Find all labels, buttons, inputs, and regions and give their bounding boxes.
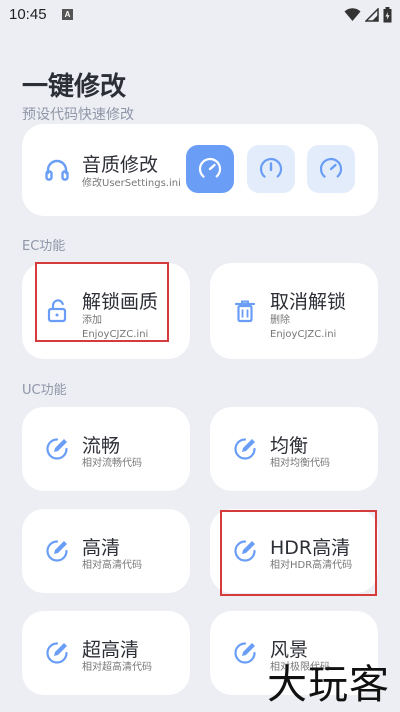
- status-time: 10:45: [9, 6, 47, 23]
- audio-card-subtitle: 修改UserSettings.ini: [82, 178, 181, 189]
- edit-icon: [234, 642, 256, 664]
- cancel-unlock-card[interactable]: 取消解锁 删除 EnjoyCJZC.ini: [210, 263, 378, 359]
- status-icons: [344, 7, 392, 23]
- headphones-icon: [45, 159, 69, 181]
- status-bar: 10:45 A: [0, 0, 400, 30]
- uc-card-smooth[interactable]: 流畅 相对流畅代码: [22, 407, 190, 491]
- wifi-icon: [344, 8, 361, 21]
- uc-card-uhd-title: 超高清: [82, 639, 140, 661]
- trash-icon: [234, 300, 256, 323]
- uc-card-smooth-sub: 相对流畅代码: [82, 458, 142, 469]
- audio-mid-button[interactable]: [247, 145, 295, 193]
- gauge-high-icon: [198, 157, 222, 181]
- audio-quality-card: 音质修改 修改UserSettings.ini: [22, 124, 378, 216]
- uc-card-balanced[interactable]: 均衡 相对均衡代码: [210, 407, 378, 491]
- page-title: 一键修改: [22, 72, 127, 102]
- watermark-logo: 大玩客: [267, 662, 390, 708]
- uc-card-uhd[interactable]: 超高清 相对超高清代码: [22, 611, 190, 695]
- edit-icon: [46, 642, 68, 664]
- audio-card-title: 音质修改: [82, 154, 159, 176]
- gauge-mid-icon: [259, 157, 283, 181]
- uc-card-balanced-title: 均衡: [270, 435, 309, 457]
- uc-section-label: UC功能: [22, 383, 67, 398]
- app-notification-icon: A: [62, 9, 73, 20]
- edit-icon: [234, 438, 256, 460]
- cancel-unlock-title: 取消解锁: [270, 291, 347, 313]
- uc-card-smooth-title: 流畅: [82, 435, 121, 457]
- battery-icon: [383, 7, 392, 23]
- uc-card-balanced-sub: 相对均衡代码: [270, 458, 330, 469]
- uc-card-hd-sub: 相对高清代码: [82, 560, 142, 571]
- highlight-box-unlock: [35, 262, 169, 342]
- cancel-unlock-sub2: EnjoyCJZC.ini: [270, 329, 337, 340]
- uc-card-uhd-sub: 相对超高清代码: [82, 662, 152, 673]
- cancel-unlock-sub1: 删除: [270, 315, 290, 326]
- uc-card-hd-title: 高清: [82, 537, 121, 559]
- gauge-low-icon: [319, 157, 343, 181]
- highlight-box-hdr: [220, 510, 377, 596]
- audio-low-button[interactable]: [307, 145, 355, 193]
- ec-section-label: EC功能: [22, 239, 66, 254]
- page-subtitle: 预设代码快速修改: [22, 107, 134, 123]
- edit-icon: [46, 438, 68, 460]
- edit-icon: [46, 540, 68, 562]
- audio-high-button[interactable]: [186, 145, 234, 193]
- uc-card-hd[interactable]: 高清 相对高清代码: [22, 509, 190, 593]
- signal-icon: [365, 8, 379, 22]
